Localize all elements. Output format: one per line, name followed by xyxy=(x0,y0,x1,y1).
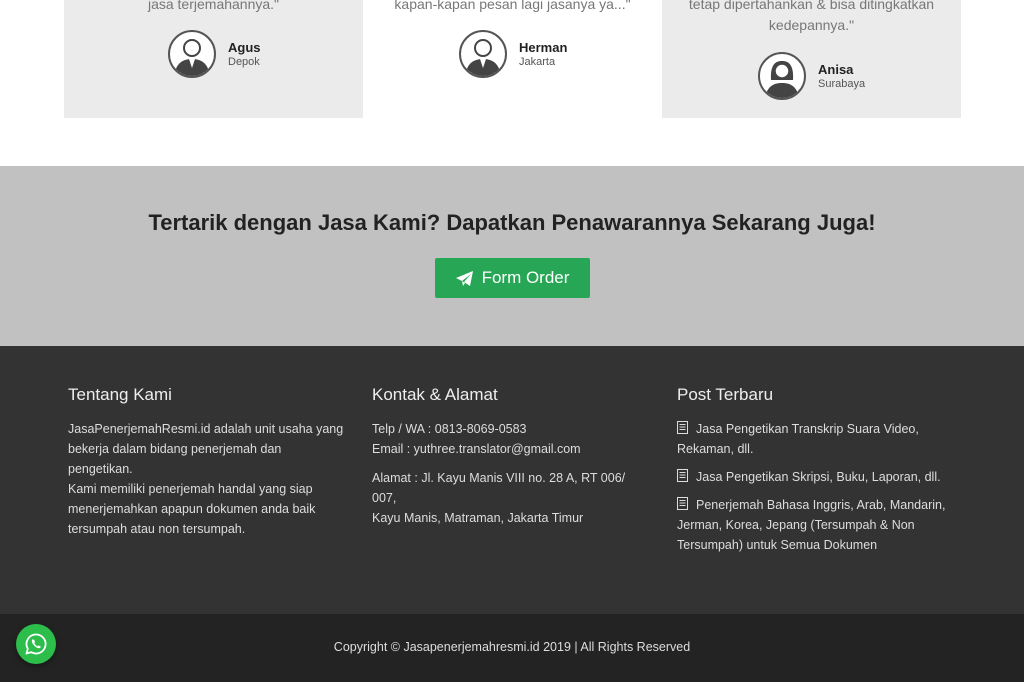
testimonial-author: Herman Jakarta xyxy=(459,30,567,78)
testimonial-name: Anisa xyxy=(818,61,854,77)
about-line: JasaPenerjemahResmi.id adalah unit usaha… xyxy=(68,422,344,436)
contact-address: Alamat : Jl. Kayu Manis VIII no. 28 A, R… xyxy=(372,471,626,505)
document-icon xyxy=(677,469,688,482)
recent-post-link[interactable]: Penerjemah Bahasa Inggris, Arab, Mandari… xyxy=(677,495,967,555)
form-order-button[interactable]: Form Order xyxy=(435,258,590,298)
document-icon xyxy=(677,421,688,434)
footer-about-heading: Tentang Kami xyxy=(68,385,172,404)
post-title: Penerjemah Bahasa Inggris, Arab, Mandari… xyxy=(696,498,946,512)
footer-posts: Post Terbaru Jasa Pengetikan Transkrip S… xyxy=(677,384,967,563)
testimonial-author: Anisa Surabaya xyxy=(758,52,865,100)
footer-bottom-bar: Copyright © Jasapenerjemahresmi.id 2019 … xyxy=(0,614,1024,682)
testimonial-card-agus: jasa terjemahannya." Agus Depok xyxy=(64,0,363,118)
about-line: Kami memiliki penerjemah handal yang sia… xyxy=(68,482,313,496)
female-avatar-icon xyxy=(758,52,806,100)
footer-posts-heading: Post Terbaru xyxy=(677,385,774,404)
testimonial-name: Herman xyxy=(519,39,568,55)
about-line: tersumpah atau non tersumpah. xyxy=(68,522,246,536)
paper-plane-icon xyxy=(455,270,473,286)
post-title: Jasa Pengetikan Transkrip Suara Video, xyxy=(696,422,919,436)
post-title: Tersumpah) untuk Semua Dokumen xyxy=(677,538,878,552)
document-icon xyxy=(677,497,688,510)
post-title: Rekaman, dll. xyxy=(677,442,754,456)
whatsapp-icon xyxy=(25,633,47,655)
whatsapp-button[interactable] xyxy=(16,624,56,664)
testimonial-card-anisa: tetap dipertahankan & bisa ditingkatkan … xyxy=(662,0,961,118)
footer-about: Tentang Kami JasaPenerjemahResmi.id adal… xyxy=(68,384,348,539)
male-avatar-icon xyxy=(459,30,507,78)
footer: Tentang Kami JasaPenerjemahResmi.id adal… xyxy=(0,346,1024,614)
contact-phone: Telp / WA : 0813-8069-0583 xyxy=(372,422,527,436)
testimonial-quote-line: kedepannya." xyxy=(768,17,855,33)
post-title: Jerman, Korea, Jepang (Tersumpah & Non xyxy=(677,518,915,532)
contact-email: Email : yuthree.translator@gmail.com xyxy=(372,442,581,456)
footer-contact-heading: Kontak & Alamat xyxy=(372,385,498,404)
about-line: bekerja dalam bidang penerjemah dan peng… xyxy=(68,442,282,476)
copyright-text: Copyright © Jasapenerjemahresmi.id 2019 … xyxy=(333,640,691,654)
recent-post-link[interactable]: Jasa Pengetikan Skripsi, Buku, Laporan, … xyxy=(677,467,967,487)
testimonial-quote-line: tetap dipertahankan & bisa ditingkatkan xyxy=(688,0,935,12)
testimonial-card-herman: kapan-kapan pesan lagi jasanya ya..." He… xyxy=(363,0,662,118)
male-avatar-icon xyxy=(168,30,216,78)
cta-section: Tertarik dengan Jasa Kami? Dapatkan Pena… xyxy=(0,166,1024,346)
testimonials-section: jasa terjemahannya." Agus Depok kapan-ka… xyxy=(0,0,1024,166)
testimonial-quote: jasa terjemahannya." xyxy=(147,0,280,12)
testimonial-quote: kapan-kapan pesan lagi jasanya ya..." xyxy=(394,0,631,12)
cta-title: Tertarik dengan Jasa Kami? Dapatkan Pena… xyxy=(148,210,876,235)
contact-address: Kayu Manis, Matraman, Jakarta Timur xyxy=(372,511,584,525)
post-title: Jasa Pengetikan Skripsi, Buku, Laporan, … xyxy=(696,470,941,484)
footer-contact: Kontak & Alamat Telp / WA : 0813-8069-05… xyxy=(372,384,652,528)
testimonial-author: Agus Depok xyxy=(168,30,261,78)
testimonial-city: Depok xyxy=(228,55,260,68)
about-line: menerjemahkan apapun dokumen anda baik xyxy=(68,502,316,516)
testimonial-name: Agus xyxy=(228,39,261,55)
testimonial-city: Surabaya xyxy=(818,77,866,90)
recent-post-link[interactable]: Jasa Pengetikan Transkrip Suara Video, R… xyxy=(677,419,967,459)
testimonial-city: Jakarta xyxy=(519,55,556,68)
form-order-label: Form Order xyxy=(481,268,570,287)
